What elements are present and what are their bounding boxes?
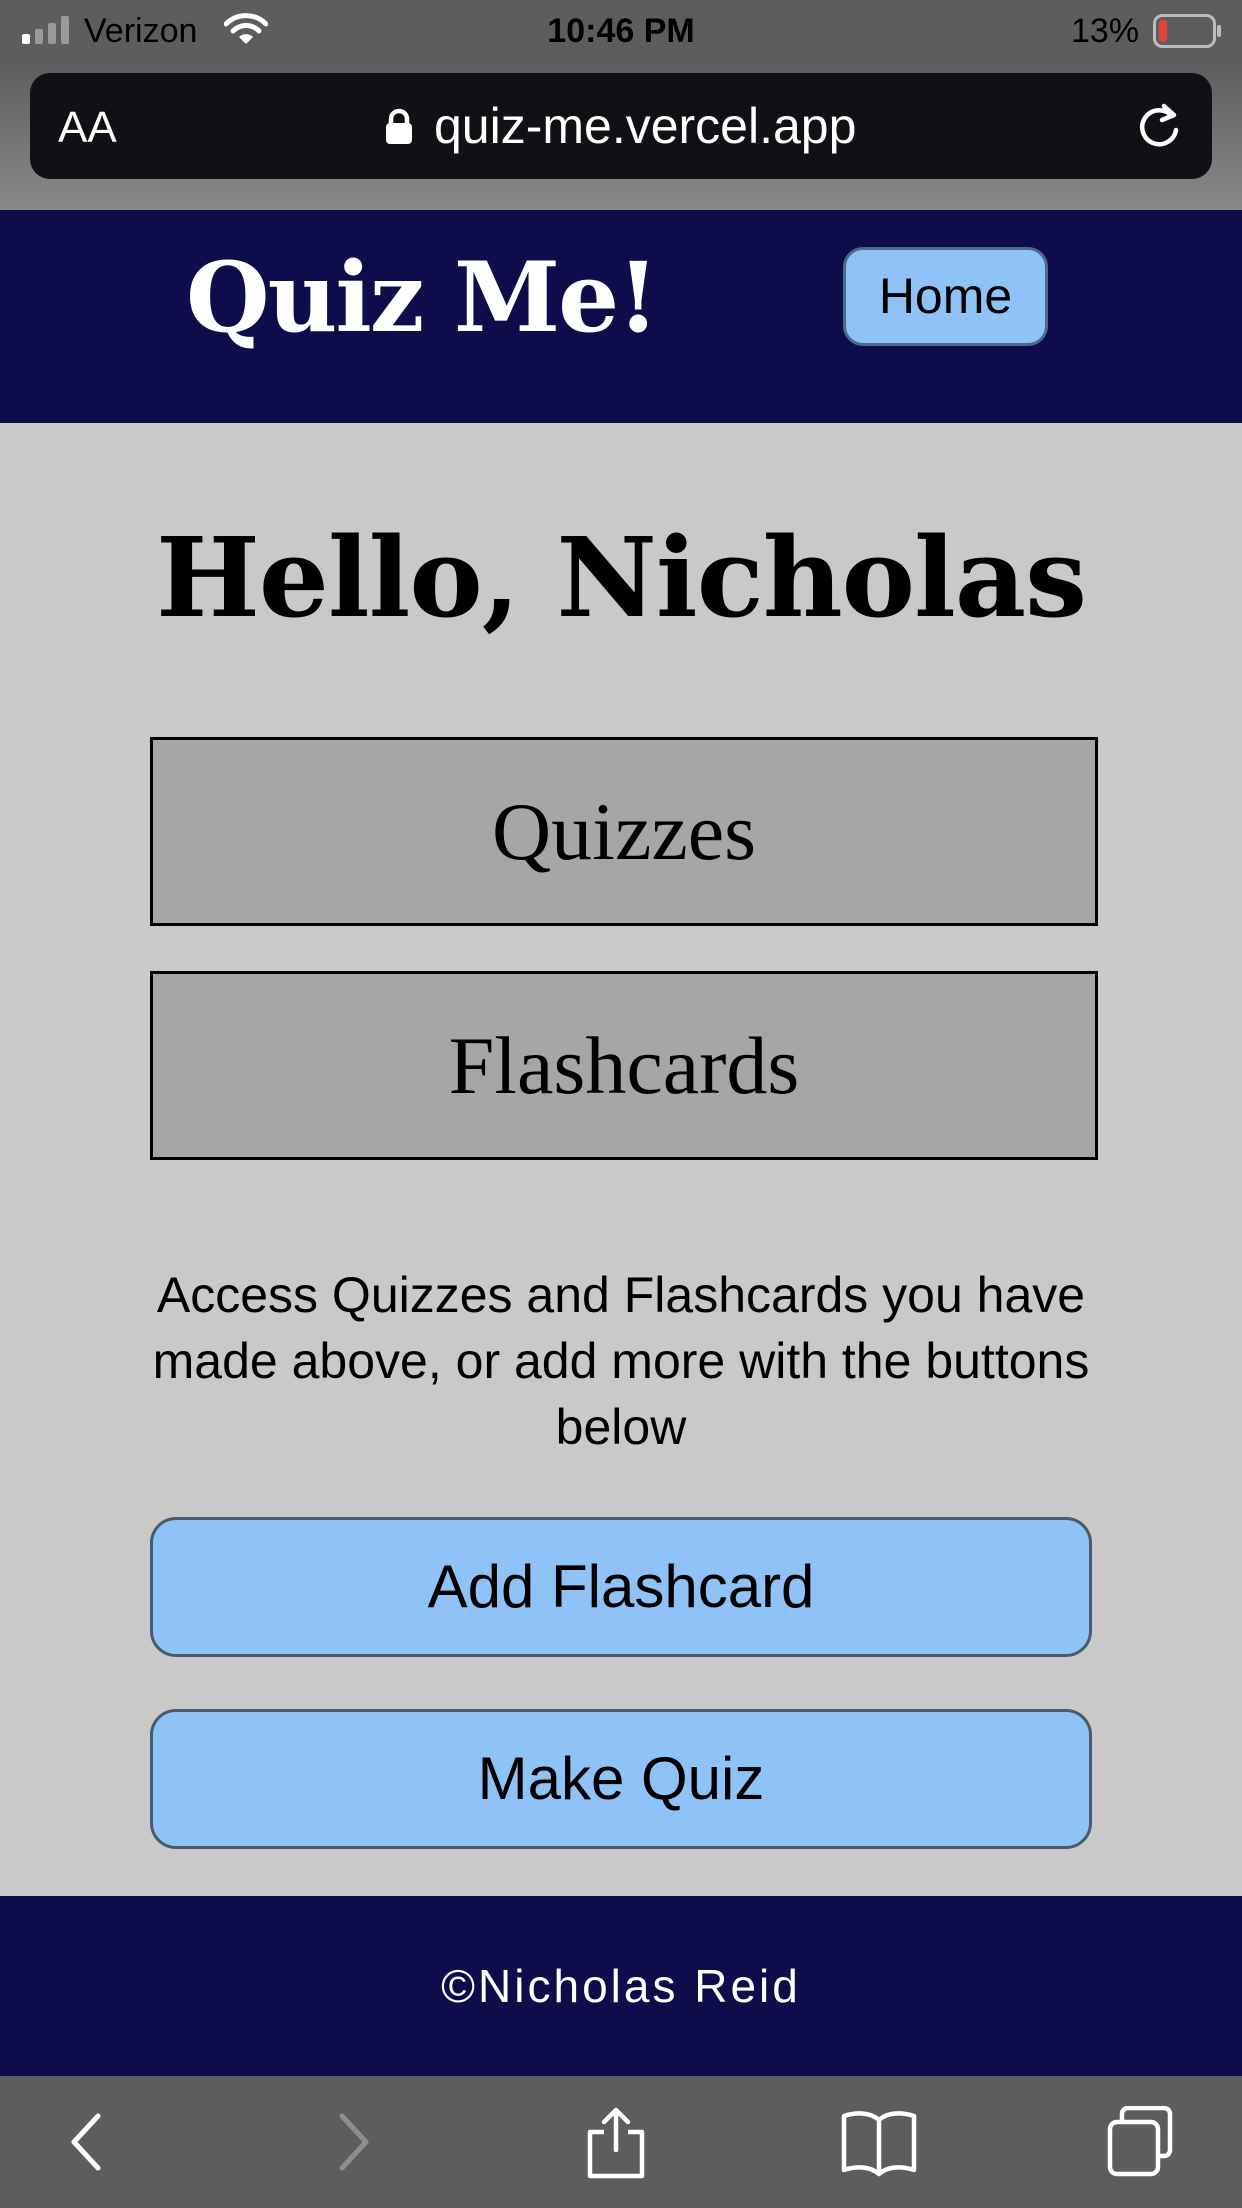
bookmarks-icon[interactable] xyxy=(840,2106,918,2178)
share-icon[interactable] xyxy=(584,2106,648,2180)
site-logo[interactable]: Quiz Me! xyxy=(186,238,659,358)
text-size-label: AA xyxy=(58,103,117,152)
forward-icon[interactable] xyxy=(332,2106,376,2178)
page-title: Hello, Nicholas xyxy=(155,513,1087,642)
home-button[interactable]: Home xyxy=(843,247,1048,346)
back-icon[interactable] xyxy=(64,2106,108,2178)
info-text: Access Quizzes and Flashcards you have m… xyxy=(152,1267,1090,1455)
battery-icon xyxy=(1153,14,1221,48)
copyright-text: ©Nicholas Reid xyxy=(441,1960,801,2012)
battery-percent: 13% xyxy=(1071,12,1140,50)
url-text[interactable]: quiz-me.vercel.app xyxy=(434,96,856,156)
quizzes-button[interactable]: Quizzes xyxy=(150,737,1098,926)
make-quiz-button[interactable]: Make Quiz xyxy=(150,1709,1092,1849)
lock-icon xyxy=(386,108,412,144)
text-size-button[interactable]: AA xyxy=(58,100,117,156)
tabs-icon[interactable] xyxy=(1106,2106,1178,2178)
status-time: 10:46 PM xyxy=(547,12,695,50)
add-flashcard-button[interactable]: Add Flashcard xyxy=(150,1517,1092,1657)
flashcards-button[interactable]: Flashcards xyxy=(150,971,1098,1160)
reload-icon[interactable] xyxy=(1134,100,1184,152)
